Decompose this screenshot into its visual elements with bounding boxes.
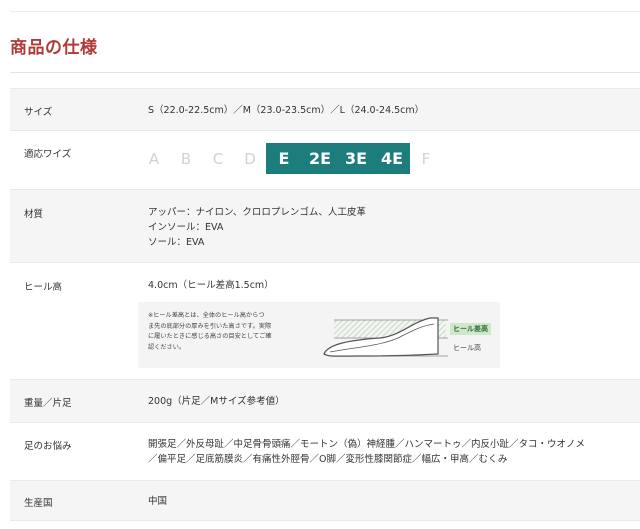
- concerns-line-1: 開張足／外反母趾／中足骨骨頭痛／モートン（偽）神経腫／ハンマートゥ／内反小趾／タ…: [148, 439, 586, 450]
- origin-text: 中国: [148, 496, 168, 507]
- spec-label-weight: 重量／片足: [24, 398, 72, 409]
- width-option-b: B: [180, 149, 192, 168]
- spec-row-size: サイズ S（22.0-22.5cm）／M（23.0-23.5cm）／L（24.0…: [10, 88, 640, 131]
- spec-value-origin: 中国: [148, 494, 632, 509]
- spec-value-weight: 200g（片足／Mサイズ参考値）: [148, 394, 632, 409]
- spec-value-heel: 4.0cm（ヒール差高1.5cm）: [148, 278, 632, 293]
- width-option-c: C: [212, 149, 224, 168]
- width-option-f: F: [421, 149, 431, 168]
- width-scale: A B C D E 2E 3E 4E F: [138, 143, 442, 174]
- width-option-d: D: [244, 149, 256, 168]
- spec-value-size: S（22.0-22.5cm）／M（23.0-23.5cm）／L（24.0-24.…: [148, 103, 632, 118]
- concerns-line-2: ／偏平足／足底筋膜炎／有痛性外脛骨／O脚／変形性膝関節症／幅広・甲高／むくみ: [148, 454, 508, 465]
- spec-row-weight: 重量／片足 200g（片足／Mサイズ参考値）: [10, 379, 640, 423]
- material-line-insole: インソール：EVA: [148, 222, 224, 233]
- spec-label-concerns: 足のお悩み: [24, 441, 72, 452]
- section-title: 商品の仕様: [10, 38, 98, 58]
- heel-note-line: 認ください。: [148, 343, 186, 351]
- width-option-e: E: [266, 143, 302, 174]
- spec-value-material: アッパー：ナイロン、クロロプレンゴム、人工皮革 インソール：EVA ソール：EV…: [148, 205, 632, 250]
- width-option-2e: 2E: [302, 143, 338, 174]
- width-option-3e: 3E: [338, 143, 374, 174]
- legend-heel-height: ヒール高: [453, 344, 481, 352]
- weight-text: 200g（片足／Mサイズ参考値）: [148, 396, 285, 407]
- shoe-heel-diagram: [323, 317, 448, 357]
- spec-label-size: サイズ: [24, 107, 53, 118]
- title-divider: [10, 72, 640, 73]
- heel-note-line: に履いたときに感じる高さの目安としてご確: [148, 333, 272, 340]
- spec-label-heel: ヒール高: [24, 282, 63, 293]
- material-line-sole: ソール：EVA: [148, 237, 205, 248]
- legend-heel-diff: ヒール差高: [450, 323, 491, 335]
- heel-note: ※ヒール差高とは、全体のヒール高からつ ま先の底部分の厚みを引いた高さです。実際…: [148, 311, 320, 353]
- spec-row-material: 材質 アッパー：ナイロン、クロロプレンゴム、人工皮革 インソール：EVA ソール…: [10, 189, 640, 263]
- heel-text: 4.0cm（ヒール差高1.5cm）: [148, 280, 274, 291]
- heel-note-line: ま先の底部分の厚みを引いた高さです。実際: [148, 322, 272, 330]
- material-line-upper: アッパー：ナイロン、クロロプレンゴム、人工皮革: [148, 207, 366, 218]
- spec-label-wise: 適応ワイズ: [24, 149, 72, 160]
- size-text: S（22.0-22.5cm）／M（23.0-23.5cm）／L（24.0-24.…: [148, 105, 425, 116]
- width-option-4e: 4E: [374, 143, 410, 174]
- heel-explanation-box: ※ヒール差高とは、全体のヒール高からつ ま先の底部分の厚みを引いた高さです。実際…: [138, 302, 500, 368]
- heel-note-line: ※ヒール差高とは、全体のヒール高からつ: [148, 312, 265, 319]
- spec-label-material: 材質: [24, 209, 44, 220]
- table-bottom-rule: [10, 520, 640, 521]
- spec-row-origin: 生産国 中国: [10, 480, 640, 521]
- spec-value-concerns: 開張足／外反母趾／中足骨骨頭痛／モートン（偽）神経腫／ハンマートゥ／内反小趾／タ…: [148, 437, 632, 467]
- top-divider: [10, 11, 640, 12]
- spec-label-origin: 生産国: [24, 498, 53, 509]
- width-option-a: A: [148, 149, 160, 168]
- spec-row-concerns: 足のお悩み 開張足／外反母趾／中足骨骨頭痛／モートン（偽）神経腫／ハンマートゥ／…: [10, 422, 640, 481]
